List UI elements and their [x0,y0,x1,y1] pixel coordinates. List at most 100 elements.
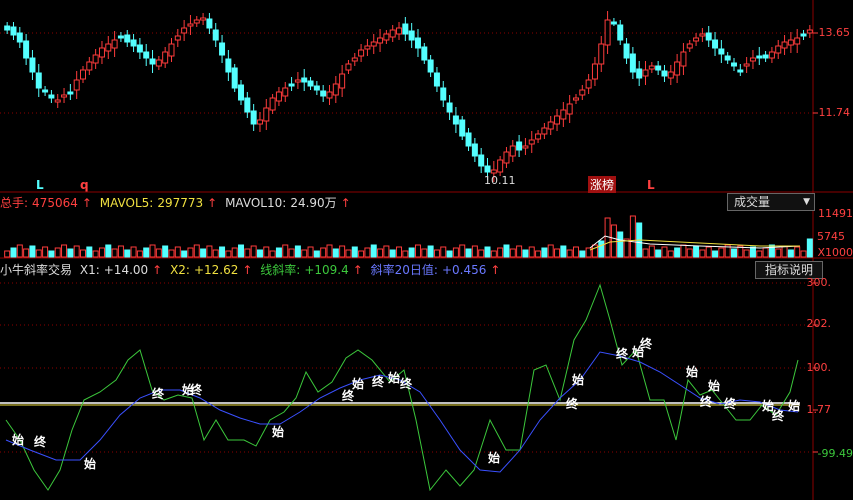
candle-body [528,139,535,145]
candle-body [629,53,636,73]
candle-body [623,43,630,59]
volume-bar [408,247,415,258]
candle-body [775,45,782,54]
volume-bar [206,245,213,258]
candle-body [29,57,36,73]
volume-bar [762,247,769,258]
volume-bar [718,247,725,258]
candle-body [617,24,624,41]
volume-bar [693,245,700,258]
candle-body [48,94,55,99]
candle-body [566,103,573,115]
candle-body [680,51,687,67]
zhangbang-badge[interactable]: 涨榜 [588,176,617,193]
candle-body [370,41,377,47]
volume-bar [743,249,750,258]
volume-bar [105,244,112,258]
ind-y-label-300: 300. [806,276,832,289]
signal-end-label: 终 [640,336,653,351]
volume-bar [326,244,333,258]
candle-body [535,133,542,140]
stock-chart: 始终始终 始终始终始终始终始终始终 始终始终始终 始终始 [0,0,853,500]
x2-label: X2: [170,263,190,277]
volume-bar [794,246,801,258]
volume-bar [440,246,447,258]
volume-bar [42,246,49,258]
candle-body [465,132,472,147]
candle-body [547,121,554,130]
candle-body [313,85,320,91]
volume-bar [225,250,232,258]
volume-bar [775,248,782,258]
volume-bar [4,250,11,258]
volume-bar [275,247,282,258]
volume-bar [787,249,794,258]
volume-bar [686,248,693,258]
candle-body [497,159,504,173]
mark-right-l: L [647,178,655,192]
volume-bar [427,245,434,258]
candle-body [478,154,485,167]
volume-bar [642,248,649,258]
candle-body [427,59,434,73]
candle-body [383,33,390,41]
candle-body [288,83,295,87]
candle-body [693,37,700,42]
signal-start-label: 始 [388,370,400,385]
volume-bar [313,250,320,258]
volume-bar [414,244,421,258]
volume-bar [364,247,371,258]
candle-body [648,65,655,70]
slope20-label: 斜率20日值: [370,263,438,277]
volume-bar [579,250,586,258]
candle-body [54,99,61,103]
candle-body [433,72,440,87]
volume-bar [117,245,124,258]
candle-body [10,26,17,36]
volume-bar [554,248,561,258]
volume-bar [162,245,169,258]
indicator-name: 小牛斜率交易 [0,263,73,277]
candle-body [459,119,466,137]
volume-bar [193,244,200,258]
volume-bar [67,248,74,258]
candle-body [610,21,617,25]
candle-body [339,73,346,89]
candle-body [749,57,756,62]
up-arrow-icon: ↑ [81,196,92,210]
candle-body [332,83,339,96]
volume-dropdown[interactable]: 成交量 ▼ [727,193,815,211]
mark-left-l: L [36,178,44,192]
signal-end-label: 终 [724,396,737,411]
candle-body [737,69,744,73]
volume-bar [282,244,289,258]
signal-end-label: 终 [152,386,165,401]
volume-bar [212,249,219,258]
candle-body [408,30,415,41]
volume-bar [730,248,737,258]
volume-bar [301,249,308,258]
candle-body [61,94,68,98]
candle-body [275,91,282,102]
volume-bar [307,246,314,258]
candle-body [705,32,712,41]
candle-body [718,48,725,55]
volume-bar [263,246,270,258]
up-arrow-icon: ↑ [152,263,163,277]
candle-body [364,45,371,50]
signal-start-label: 始 [572,372,584,387]
volume-bar [345,249,352,258]
volume-y-label-5745: 5745 [817,230,845,243]
candle-body [598,43,605,65]
candle-body [377,37,384,44]
volume-bar [541,247,548,258]
volume-bar [358,250,365,258]
price-y-label-1174: 11.74 [818,106,851,119]
candle-body [800,33,807,37]
volume-bar [503,244,510,258]
volume-bar [421,248,428,258]
candle-body [781,41,788,49]
candle-body [554,115,561,125]
candle-body [212,29,219,41]
candle-body [80,69,87,80]
